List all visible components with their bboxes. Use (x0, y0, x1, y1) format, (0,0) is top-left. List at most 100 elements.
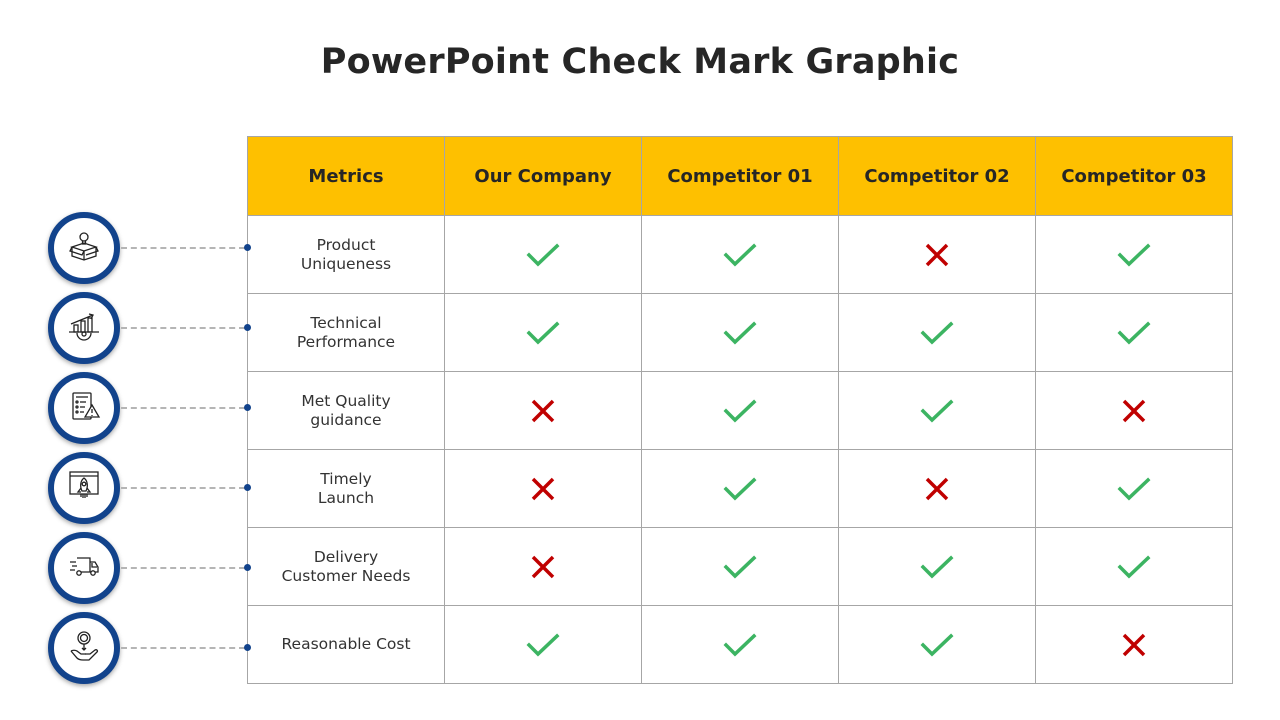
cell-cross (1035, 605, 1233, 684)
check-icon (1117, 321, 1151, 344)
check-icon (723, 477, 757, 500)
header-competitor-01: Competitor 01 (641, 136, 839, 216)
metric-icon-row (48, 212, 251, 284)
cell-check (838, 605, 1036, 684)
check-icon (723, 399, 757, 422)
dashed-connector (121, 567, 245, 569)
icon-circle (48, 532, 120, 604)
connector-dot (244, 244, 251, 251)
cross-icon (1122, 633, 1146, 656)
icon-circle (48, 372, 120, 444)
cell-check (1035, 293, 1233, 372)
connector-dot (244, 484, 251, 491)
metric-icon-row (48, 532, 251, 604)
connector-dot (244, 644, 251, 651)
cell-cross (838, 449, 1036, 528)
icon-circle (48, 452, 120, 524)
dashed-connector (121, 487, 245, 489)
check-icon (920, 555, 954, 578)
metric-label-line: Uniqueness (300, 254, 392, 273)
metric-icon-row (48, 612, 251, 684)
dashed-connector (121, 647, 245, 649)
table-row: Reasonable Cost (247, 605, 1233, 684)
box-lightbulb-icon (67, 229, 101, 268)
metric-label-line: Timely (320, 469, 372, 488)
delivery-truck-icon (67, 549, 101, 588)
cell-cross (444, 449, 642, 528)
cell-check (641, 449, 839, 528)
metric-label: Reasonable Cost (247, 605, 445, 684)
header-competitor-02: Competitor 02 (838, 136, 1036, 216)
page-title: PowerPoint Check Mark Graphic (320, 42, 960, 82)
metric-icon-row (48, 372, 251, 444)
metric-label-line: Delivery (313, 547, 379, 566)
cell-cross (1035, 371, 1233, 450)
checklist-warning-icon (67, 389, 101, 428)
cell-check (1035, 215, 1233, 294)
dashed-connector (121, 247, 245, 249)
icon-circle (48, 212, 120, 284)
table-row: Technical Performance (247, 293, 1233, 372)
check-icon (526, 633, 560, 656)
coin-hand-icon (67, 629, 101, 668)
chart-gear-icon (67, 309, 101, 348)
table-row: Product Uniqueness (247, 215, 1233, 294)
dashed-connector (121, 327, 245, 329)
metric-label-line: Met Quality (301, 391, 391, 410)
check-icon (1117, 243, 1151, 266)
metric-label-line: guidance (310, 410, 382, 429)
cell-check (641, 371, 839, 450)
check-icon (1117, 555, 1151, 578)
metric-label-line: Technical (310, 313, 382, 332)
table-row: Delivery Customer Needs (247, 527, 1233, 606)
check-icon (1117, 477, 1151, 500)
check-icon (723, 555, 757, 578)
table-row: Timely Launch (247, 449, 1233, 528)
cross-icon (531, 555, 555, 578)
check-icon (723, 321, 757, 344)
cell-cross (444, 371, 642, 450)
cell-check (838, 371, 1036, 450)
header-competitor-03: Competitor 03 (1035, 136, 1233, 216)
check-icon (723, 633, 757, 656)
connector-dot (244, 564, 251, 571)
rocket-launch-icon (67, 469, 101, 508)
cell-check (641, 605, 839, 684)
header-row: Metrics Our Company Competitor 01 Compet… (247, 136, 1233, 216)
metric-label-line: Reasonable Cost (281, 635, 411, 653)
metric-icon-row (48, 452, 251, 524)
cell-check (1035, 527, 1233, 606)
check-icon (920, 633, 954, 656)
metric-label-line: Launch (317, 488, 375, 507)
cell-cross (444, 527, 642, 606)
cell-check (444, 215, 642, 294)
cross-icon (531, 399, 555, 422)
connector-dot (244, 324, 251, 331)
check-icon (920, 321, 954, 344)
cross-icon (531, 477, 555, 500)
cell-check (444, 293, 642, 372)
cross-icon (1122, 399, 1146, 422)
comparison-table: Metrics Our Company Competitor 01 Compet… (247, 136, 1233, 684)
check-icon (723, 243, 757, 266)
cell-check (838, 293, 1036, 372)
icon-circle (48, 612, 120, 684)
metric-label-line: Customer Needs (281, 566, 411, 585)
metric-label-line: Performance (296, 332, 396, 351)
cell-check (1035, 449, 1233, 528)
icon-circle (48, 292, 120, 364)
cell-check (838, 527, 1036, 606)
cell-check (641, 215, 839, 294)
metric-label: Timely Launch (247, 449, 445, 528)
cross-icon (925, 243, 949, 266)
connector-dot (244, 404, 251, 411)
check-icon (526, 321, 560, 344)
check-icon (920, 399, 954, 422)
metric-label-line: Product (316, 235, 376, 254)
table-row: Met Quality guidance (247, 371, 1233, 450)
metric-label: Delivery Customer Needs (247, 527, 445, 606)
header-our-company: Our Company (444, 136, 642, 216)
cell-check (444, 605, 642, 684)
metric-label: Technical Performance (247, 293, 445, 372)
header-metrics: Metrics (247, 136, 445, 216)
